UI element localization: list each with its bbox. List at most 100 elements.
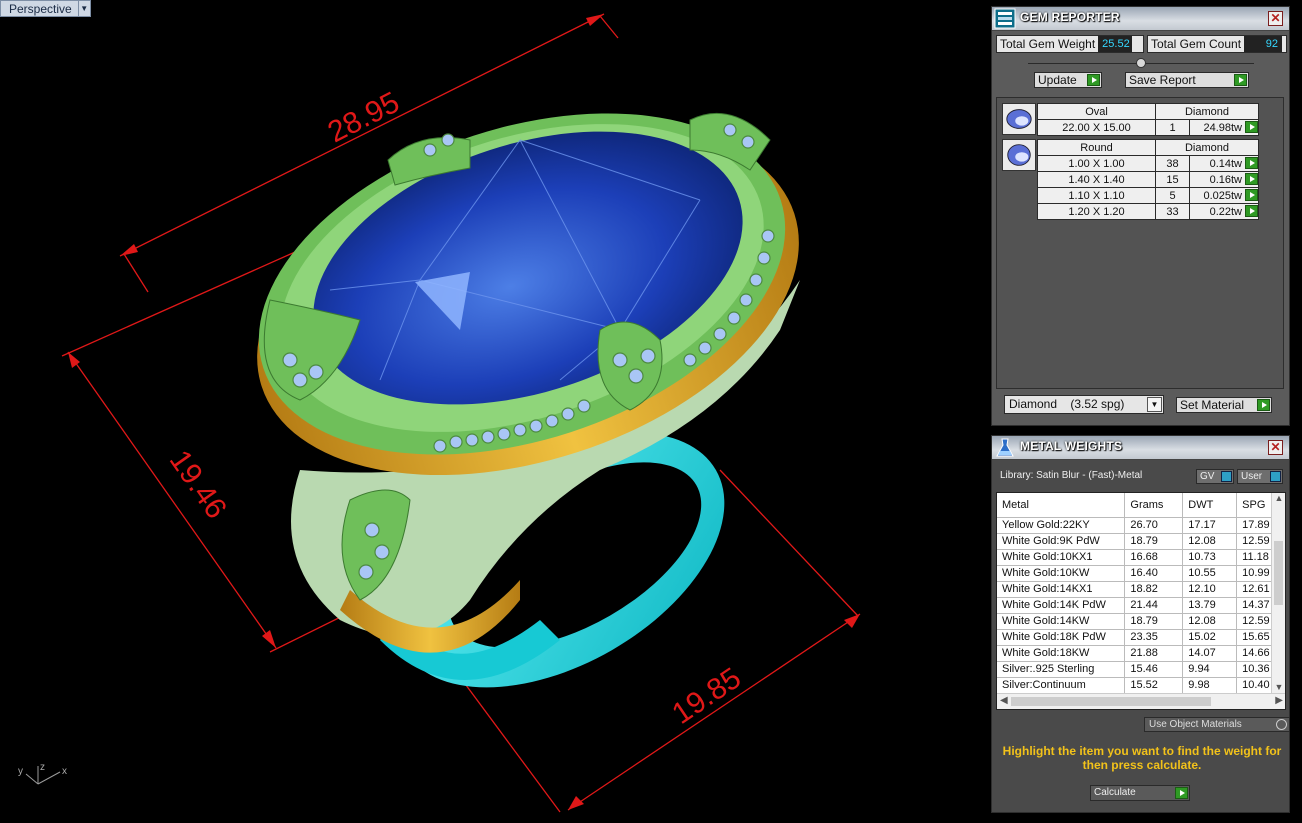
gem-weight: 0.16tw [1209,173,1242,186]
gem-weight-cell[interactable]: 0.025tw [1189,187,1259,204]
slider-handle[interactable] [1136,58,1146,68]
update-button[interactable]: Update [1034,72,1102,88]
horizontal-scrollbar[interactable]: ◀ ▶ [997,693,1285,709]
table-row[interactable]: White Gold:9K PdW 18.79 12.08 12.59 [997,533,1285,550]
metal-weights-titlebar[interactable]: METAL WEIGHTS ✕ [992,436,1289,460]
table-row[interactable]: 1.10 X 1.10 5 0.025tw [1037,187,1259,204]
table-row[interactable]: White Gold:14KW 18.79 12.08 12.59 [997,613,1285,630]
column-header-dwt[interactable]: DWT [1182,493,1238,518]
play-icon[interactable] [1245,121,1258,133]
user-toggle[interactable]: User [1237,469,1283,484]
metal-name: White Gold:18KW [997,645,1126,662]
total-gem-count-field: Total Gem Count 92 [1147,35,1287,53]
grams-value: 18.79 [1124,613,1184,630]
metal-name: White Gold:14KW [997,613,1126,630]
chevron-right-icon[interactable]: ▶ [1275,695,1283,706]
chevron-down-icon[interactable]: ▼ [1147,397,1162,412]
gem-weight-cell[interactable]: 0.22tw [1189,203,1259,220]
library-label: Library: Satin Blur - (Fast)-Metal [1000,470,1143,481]
dwt-value: 9.94 [1182,661,1238,678]
gem-reporter-title: GEM REPORTER [1020,10,1120,24]
dwt-value: 10.73 [1182,549,1238,566]
metal-name: Silver:.925 Sterling [997,661,1126,678]
table-row[interactable]: White Gold:10KW 16.40 10.55 10.99 [997,565,1285,582]
gem-size: 1.40 X 1.40 [1037,171,1156,188]
vertical-scrollbar[interactable]: ▲ ▼ [1271,493,1285,694]
gv-toggle[interactable]: GV [1196,469,1234,484]
gem-size: 22.00 X 15.00 [1037,119,1156,136]
column-header-metal[interactable]: Metal [997,493,1126,518]
use-object-materials-label: Use Object Materials [1149,719,1242,730]
play-icon [1234,74,1247,86]
play-icon [1087,74,1100,86]
axis-gizmo: y z x [18,762,67,785]
gem-list: Oval Diamond 22.00 X 15.00 1 24.98tw Rou… [996,97,1284,389]
play-icon[interactable] [1245,189,1258,201]
play-icon[interactable] [1245,157,1258,169]
round-gem-table: Round Diamond 1.00 X 1.00 38 0.14tw 1.40… [1037,139,1259,220]
table-row[interactable]: White Gold:14K PdW 21.44 13.79 14.37 [997,597,1285,614]
app-window: 28.95 19.46 19.85 Perspective ▼ y z x GE… [0,0,1302,823]
gem-qty: 15 [1155,171,1190,188]
total-gem-weight-label: Total Gem Weight [1000,37,1096,51]
save-report-button[interactable]: Save Report [1125,72,1249,88]
gem-weight-cell[interactable]: 0.14tw [1189,155,1259,172]
table-row[interactable]: 1.20 X 1.20 33 0.22tw [1037,203,1259,220]
gem-weight-cell[interactable]: 0.16tw [1189,171,1259,188]
table-row[interactable]: 22.00 X 15.00 1 24.98tw [1037,119,1259,136]
dwt-value: 15.02 [1182,629,1238,646]
play-icon[interactable] [1245,205,1258,217]
gem-weight: 0.14tw [1209,157,1242,170]
set-material-button-label: Set Material [1180,398,1245,412]
total-gem-weight-value: 25.52 [1098,36,1133,52]
table-row[interactable]: White Gold:10KX1 16.68 10.73 11.18 [997,549,1285,566]
chevron-up-icon[interactable]: ▲ [1272,493,1285,505]
grams-value: 26.70 [1124,517,1184,534]
oval-gem-thumbnail[interactable] [1002,103,1036,135]
use-object-materials-option[interactable]: Use Object Materials [1144,717,1290,732]
table-row[interactable]: White Gold:14KX1 18.82 12.10 12.61 [997,581,1285,598]
radio-icon[interactable] [1276,719,1287,730]
calculate-button[interactable]: Calculate [1090,785,1190,801]
close-icon[interactable]: ✕ [1268,440,1283,455]
gem-weight: 0.22tw [1209,205,1242,218]
table-row[interactable]: White Gold:18K PdW 23.35 15.02 15.65 [997,629,1285,646]
metal-name: White Gold:14K PdW [997,597,1126,614]
table-row[interactable]: 1.40 X 1.40 15 0.16tw [1037,171,1259,188]
metal-name: White Gold:9K PdW [997,533,1126,550]
set-material-button[interactable]: Set Material [1176,397,1272,413]
gem-reporter-titlebar[interactable]: GEM REPORTER ✕ [992,7,1289,31]
scroll-thumb[interactable] [1274,541,1283,605]
table-row[interactable]: White Gold:18KW 21.88 14.07 14.66 [997,645,1285,662]
dwt-value: 12.08 [1182,613,1238,630]
column-header-grams[interactable]: Grams [1124,493,1184,518]
table-row[interactable]: Silver:Continuum 15.52 9.98 10.40 [997,677,1285,694]
material-select[interactable]: Diamond (3.52 spg) ▼ [1004,395,1164,414]
chevron-left-icon[interactable]: ◀ [1000,695,1008,706]
viewport-tab[interactable]: Perspective ▼ [0,0,91,17]
toggle-icon [1221,471,1232,482]
perspective-viewport[interactable]: 28.95 19.46 19.85 Perspective ▼ y z x [0,0,988,823]
table-row[interactable]: 1.00 X 1.00 38 0.14tw [1037,155,1259,172]
axis-x-label: x [62,766,67,777]
dwt-value: 12.10 [1182,581,1238,598]
grams-value: 16.40 [1124,565,1184,582]
grams-value: 15.52 [1124,677,1184,694]
chevron-down-icon[interactable]: ▼ [78,0,91,17]
table-row[interactable]: Silver:.925 Sterling 15.46 9.94 10.36 [997,661,1285,678]
gem-weight-cell[interactable]: 24.98tw [1189,119,1259,136]
gem-weight: 0.025tw [1203,189,1242,202]
round-gem-thumbnail[interactable] [1002,139,1036,171]
table-row[interactable]: Yellow Gold:22KY 26.70 17.17 17.89 [997,517,1285,534]
viewport-label[interactable]: Perspective [0,0,79,17]
metal-name: White Gold:10KW [997,565,1126,582]
dimension-label-height: 19.46 [163,444,233,524]
metal-name: White Gold:18K PdW [997,629,1126,646]
play-icon[interactable] [1245,173,1258,185]
grams-value: 21.44 [1124,597,1184,614]
grams-value: 23.35 [1124,629,1184,646]
dwt-value: 14.07 [1182,645,1238,662]
total-gem-weight-field: Total Gem Weight 25.52 [996,35,1144,53]
scroll-thumb[interactable] [1011,697,1211,706]
close-icon[interactable]: ✕ [1268,11,1283,26]
